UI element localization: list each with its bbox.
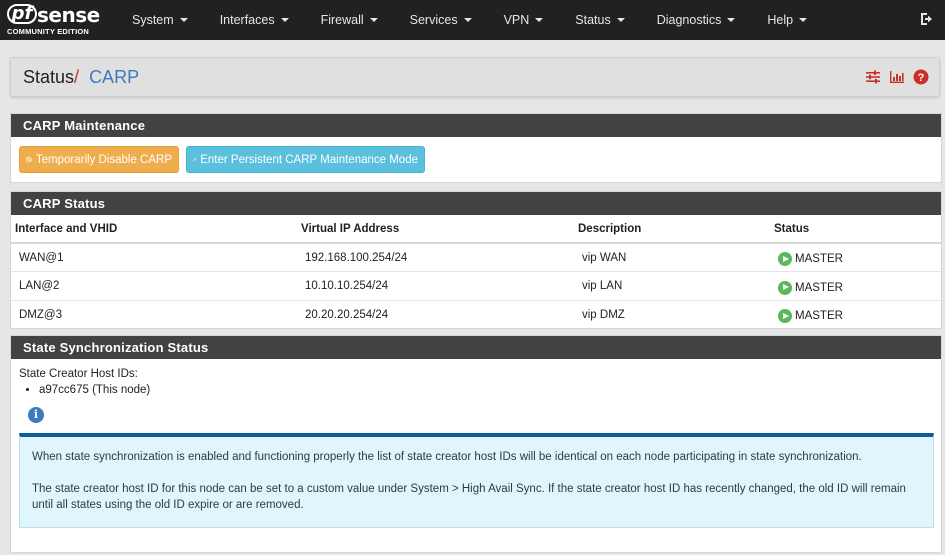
menu-system[interactable]: System [116,0,204,40]
host-ids-list: a97cc675 (This node) [39,384,150,396]
list-item: a97cc675 (This node) [39,384,150,396]
table-row: DMZ@3 20.20.20.254/24 vip DMZ MASTER [11,300,941,330]
help-icon[interactable]: ? [913,69,929,85]
caret-down-icon [179,18,188,22]
menu-label: Interfaces [219,13,275,27]
table-row: WAN@1 192.168.100.254/24 vip WAN MASTER [11,243,941,273]
row-interface: DMZ@3 [11,300,297,330]
row-interface: LAN@2 [11,271,297,301]
menu-label: Diagnostics [656,13,722,27]
alert-paragraph: When state synchronization is enabled an… [32,451,862,463]
info-alert: When state synchronization is enabled an… [19,433,934,528]
status-label: MASTER [795,253,843,266]
menu-interfaces[interactable]: Interfaces [204,0,305,40]
col-status[interactable]: Status [770,215,941,244]
table-header-row: Interface and VHID Virtual IP Address De… [11,215,941,244]
menu-services[interactable]: Services [394,0,488,40]
menu-diagnostics[interactable]: Diagnostics [641,0,752,40]
persistent-maintenance-label: Enter Persistent CARP Maintenance Mode [200,153,418,166]
play-circle-icon [778,309,792,324]
logout-icon[interactable] [919,10,937,28]
page-title: Status/ CARP [23,67,139,88]
row-status: MASTER [770,243,941,273]
row-vip: 10.10.10.254/24 [297,271,574,301]
status-label: MASTER [795,281,843,294]
row-description: vip LAN [574,271,770,301]
menu-firewall[interactable]: Firewall [305,0,394,40]
pfsense-logo[interactable]: pf sense COMMUNITY EDITION [5,0,105,40]
svg-text:?: ? [918,72,925,84]
caret-down-icon [616,18,625,22]
disable-carp-label: Temporarily Disable CARP [35,153,172,166]
alert-paragraph: The state creator host ID for this node … [32,483,906,511]
row-status: MASTER [770,300,941,330]
menu-label: Services [409,13,458,27]
logo-pf-mark: pf [7,4,37,24]
row-status: MASTER [770,271,941,301]
top-navbar: pf sense COMMUNITY EDITION System Interf… [0,0,945,40]
row-vip: 192.168.100.254/24 [297,243,574,273]
caret-down-icon [463,18,472,22]
caret-down-icon [535,18,544,22]
play-circle-icon [778,280,792,295]
ban-icon [26,156,32,163]
breadcrumb: Status/ CARP ? [10,57,940,97]
menu-label: Firewall [320,13,364,27]
main-menu: System Interfaces Firewall Services VPN … [116,0,823,40]
persistent-maintenance-button[interactable]: Enter Persistent CARP Maintenance Mode [186,146,425,173]
logo-edition: COMMUNITY EDITION [7,27,90,36]
row-vip: 20.20.20.254/24 [297,300,574,330]
carp-status-heading: CARP Status [11,192,941,215]
breadcrumb-separator: / [74,67,80,87]
breadcrumb-shortcuts: ? [865,69,929,85]
sliders-icon[interactable] [865,69,881,85]
state-sync-panel: State Synchronization Status State Creat… [10,335,942,553]
menu-vpn[interactable]: VPN [488,0,560,40]
col-interface[interactable]: Interface and VHID [11,215,297,244]
info-icon[interactable]: i [28,407,44,423]
menu-status[interactable]: Status [559,0,640,40]
col-vip[interactable]: Virtual IP Address [297,215,574,244]
logo-wordmark: sense [37,3,100,27]
carp-maintenance-heading: CARP Maintenance [11,114,941,137]
row-description: vip WAN [574,243,770,273]
menu-label: Status [575,13,611,27]
host-ids-label: State Creator Host IDs: [19,368,138,380]
caret-down-icon [280,18,289,22]
state-sync-heading: State Synchronization Status [11,336,941,359]
table-row: LAN@2 10.10.10.254/24 vip LAN MASTER [11,271,941,301]
disable-carp-button[interactable]: Temporarily Disable CARP [19,146,179,173]
caret-down-icon [727,18,736,22]
menu-label: VPN [503,13,530,27]
menu-help[interactable]: Help [751,0,823,40]
wrench-icon [193,158,196,162]
carp-maintenance-panel: CARP Maintenance Temporarily Disable CAR… [10,113,942,183]
menu-label: Help [767,13,794,27]
breadcrumb-current[interactable]: CARP [89,67,139,87]
row-description: vip DMZ [574,300,770,330]
caret-down-icon [369,18,378,22]
menu-label: System [132,13,174,27]
row-interface: WAN@1 [11,243,297,273]
col-description[interactable]: Description [574,215,770,244]
breadcrumb-parent[interactable]: Status [23,67,74,87]
status-label: MASTER [795,310,843,323]
play-circle-icon [778,252,792,267]
carp-status-table: Interface and VHID Virtual IP Address De… [11,215,941,330]
caret-down-icon [799,18,808,22]
bar-chart-icon[interactable] [889,69,905,85]
carp-status-panel: CARP Status Interface and VHID Virtual I… [10,191,942,330]
